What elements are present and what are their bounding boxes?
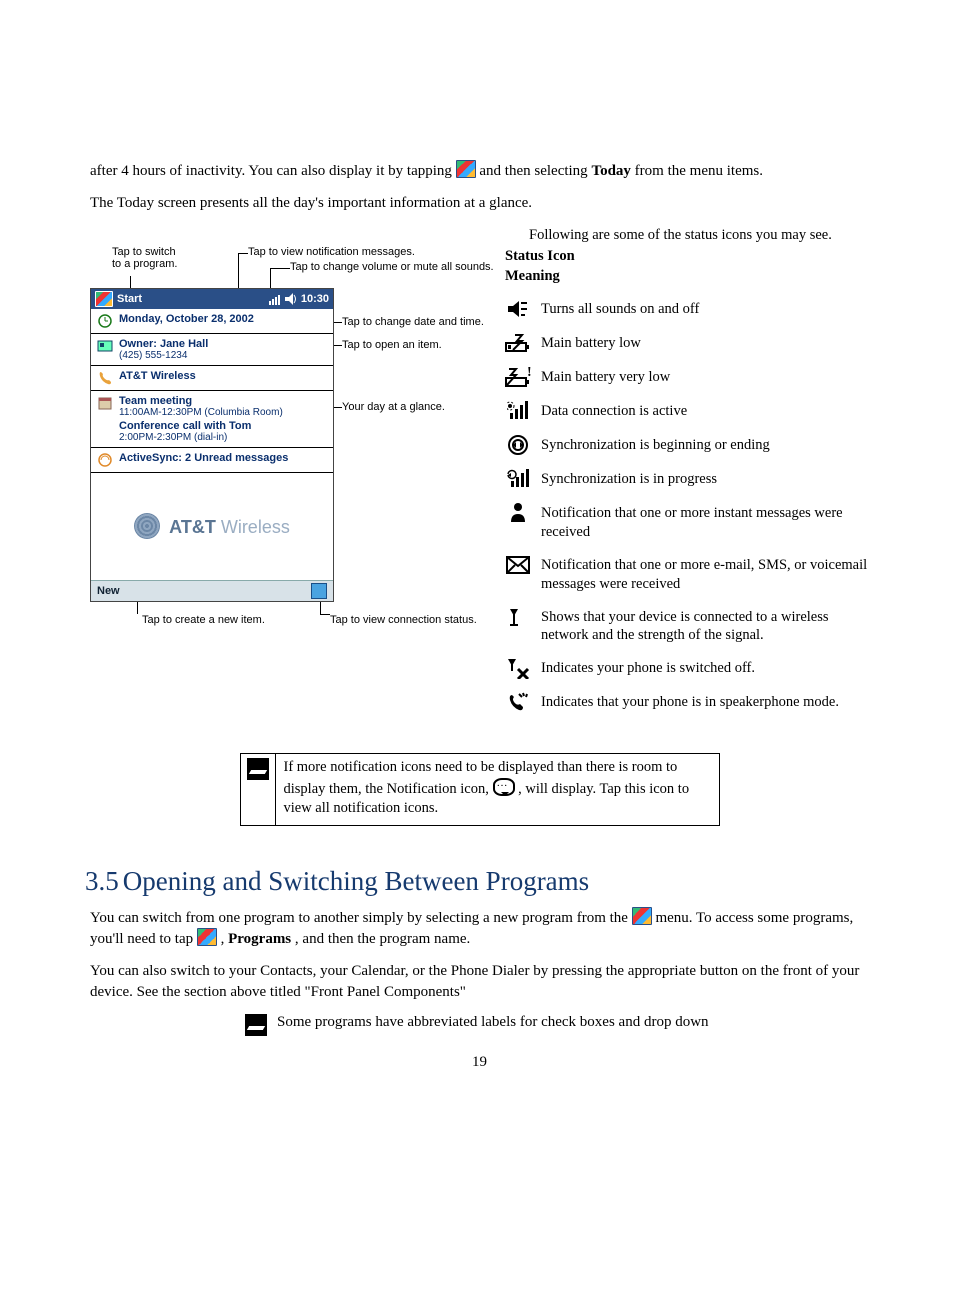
legend-row: Notification that one or more e-mail, SM… (505, 554, 869, 594)
today-brand-area: AT&T Wireless (91, 473, 333, 580)
legend-text: Indicates that your phone is in speakerp… (541, 691, 839, 712)
callout-connection-status: Tap to view connection status. (330, 614, 477, 626)
today-appointments-row[interactable]: Team meeting 11:00AM-12:30PM (Columbia R… (91, 391, 333, 448)
signal-icon (505, 606, 531, 628)
legend-header-2: Meaning (505, 267, 869, 287)
legend-row: Synchronization is in progress (505, 468, 869, 490)
calendar-icon (97, 395, 113, 411)
start-label[interactable]: Start (117, 293, 142, 305)
legend-row: ! Main battery very low (505, 366, 869, 388)
mail-notification-icon (505, 554, 531, 576)
legend-row: Turns all sounds on and off (505, 298, 869, 320)
section-title: Opening and Switching Between Programs (123, 866, 589, 896)
start-flag-icon (197, 928, 217, 946)
battery-very-low-icon: ! (505, 366, 531, 388)
signal-bars-icon[interactable] (269, 293, 281, 305)
note-text: Some programs have abbreviated labels fo… (277, 1014, 709, 1031)
start-flag-icon (632, 907, 652, 925)
callout-volume: Tap to change volume or mute all sounds. (290, 261, 494, 273)
appointment-detail: 2:00PM-2:30PM (dial-in) (119, 432, 283, 443)
callout-notifications: Tap to view notification messages. (248, 246, 415, 258)
att-globe-icon (134, 513, 160, 539)
body-para-2: You can also switch to your Contacts, yo… (90, 961, 869, 1002)
activesync-icon (97, 452, 113, 468)
today-screen: Start 10:30 Monda (90, 288, 334, 602)
callout-datetime: Tap to change date and time. (342, 316, 484, 328)
today-activesync-row[interactable]: ActiveSync: 2 Unread messages (91, 448, 333, 473)
legend-text: Indicates your phone is switched off. (541, 657, 755, 678)
legend-row: Notification that one or more instant me… (505, 502, 869, 542)
legend-text: Data connection is active (541, 400, 687, 421)
legend-row: Synchronization is beginning or ending (505, 434, 869, 456)
new-button[interactable]: New (97, 585, 120, 597)
body-para-1: You can switch from one program to anoth… (90, 907, 869, 950)
intro-para-1: after 4 hours of inactivity. You can als… (90, 160, 869, 181)
start-flag-icon[interactable] (95, 291, 113, 307)
start-flag-icon (456, 160, 476, 178)
today-word: Today (591, 163, 630, 179)
legend-row: Indicates your phone is switched off. (505, 657, 869, 679)
legend-row: Data connection is active (505, 400, 869, 422)
im-notification-icon (505, 502, 531, 524)
sound-toggle-icon (505, 298, 531, 320)
legend-row: Indicates that your phone is in speakerp… (505, 691, 869, 713)
appointment-detail: 11:00AM-12:30PM (Columbia Room) (119, 407, 283, 418)
clock-time[interactable]: 10:30 (301, 293, 329, 305)
phone-off-icon (505, 657, 531, 679)
sync-progress-icon (505, 468, 531, 490)
callout-day-glance: Your day at a glance. (342, 401, 445, 413)
connection-status-icon[interactable] (311, 583, 327, 599)
legend-lead: Following are some of the status icons y… (529, 226, 869, 246)
title-bar[interactable]: Start 10:30 (91, 289, 333, 309)
owner-card-icon (97, 338, 113, 354)
sync-begin-icon (505, 434, 531, 456)
today-carrier-row[interactable]: AT&T Wireless (91, 366, 333, 391)
svg-text:!: ! (527, 367, 531, 380)
owner-phone: (425) 555-1234 (119, 350, 208, 361)
abbrev-labels-note: Some programs have abbreviated labels fo… (245, 1014, 869, 1036)
section-heading: 3.5Opening and Switching Between Program… (85, 866, 869, 897)
legend-row: Main battery low (505, 332, 869, 354)
legend-text: Synchronization is beginning or ending (541, 434, 770, 455)
callout-open-item: Tap to open an item. (342, 339, 442, 351)
section-number: 3.5 (85, 866, 119, 896)
carrier-label: AT&T Wireless (119, 370, 196, 382)
note-icon (245, 1014, 267, 1036)
callout-new-item: Tap to create a new item. (142, 614, 265, 626)
today-screen-diagram: Tap to switch to a program. Tap to view … (90, 226, 495, 626)
text: from the menu items. (635, 163, 763, 179)
legend-text: Notification that one or more e-mail, SM… (541, 554, 869, 594)
notification-overflow-note: If more notification icons need to be di… (240, 753, 720, 826)
programs-word: Programs (228, 931, 291, 947)
note-icon (247, 758, 269, 780)
data-active-icon (505, 400, 531, 422)
speakerphone-icon (505, 691, 531, 713)
volume-icon[interactable] (285, 293, 297, 305)
appointment-title: Team meeting (119, 395, 283, 407)
intro-para-2: The Today screen presents all the day's … (90, 193, 869, 213)
legend-row: Shows that your device is connected to a… (505, 606, 869, 646)
legend-text: Main battery very low (541, 366, 670, 387)
bottom-bar: New (91, 580, 333, 601)
page-number: 19 (90, 1054, 869, 1071)
today-date-row[interactable]: Monday, October 28, 2002 (91, 309, 333, 334)
text: and then selecting (479, 163, 591, 179)
today-date: Monday, October 28, 2002 (119, 313, 254, 325)
text: after 4 hours of inactivity. You can als… (90, 163, 456, 179)
legend-text: Turns all sounds on and off (541, 298, 699, 319)
phone-icon (97, 370, 113, 386)
appointment-title: Conference call with Tom (119, 420, 283, 432)
today-owner-row[interactable]: Owner: Jane Hall (425) 555-1234 (91, 334, 333, 366)
legend-header-1: Status Icon (505, 247, 869, 267)
activesync-text: ActiveSync: 2 Unread messages (119, 452, 288, 464)
notification-bubble-icon (493, 778, 515, 796)
legend-text: Main battery low (541, 332, 641, 353)
legend-text: Synchronization is in progress (541, 468, 717, 489)
callout-switch-program: Tap to switch to a program. (112, 246, 222, 270)
clock-icon (97, 313, 113, 329)
legend-text: Shows that your device is connected to a… (541, 606, 869, 646)
legend-text: Notification that one or more instant me… (541, 502, 869, 542)
owner-name: Owner: Jane Hall (119, 338, 208, 350)
battery-low-icon (505, 332, 531, 354)
